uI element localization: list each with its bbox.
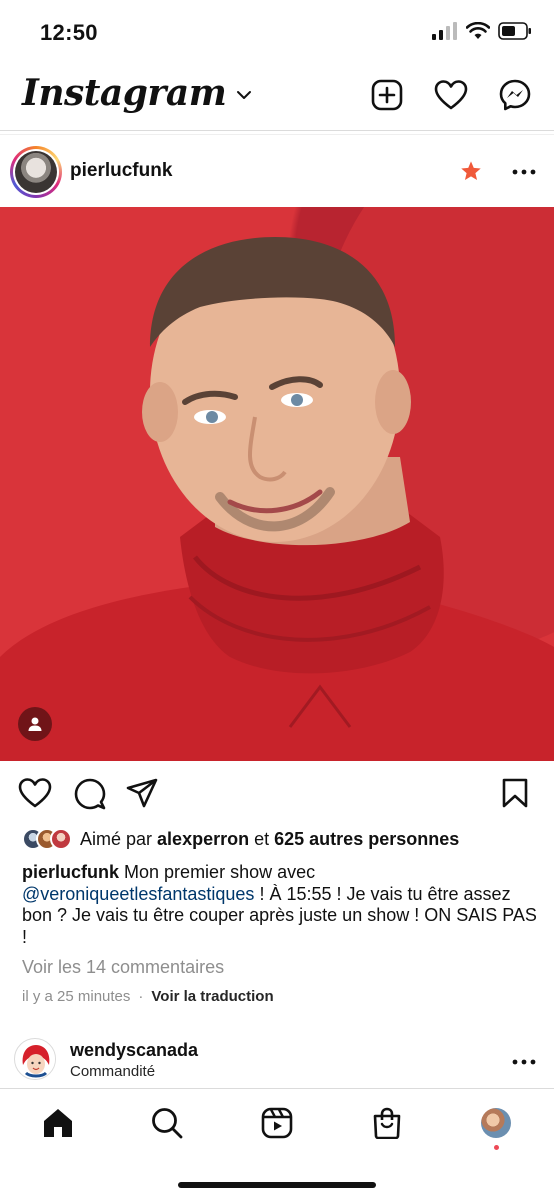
meta-separator: · [138,988,144,1005]
liker-avatars [22,828,72,850]
sponsor-username[interactable]: wendyscanada [70,1040,198,1061]
post-timestamp: il y a 25 minutes [22,988,131,1005]
post-header: pierlucfunk [0,138,554,206]
first-liker-username[interactable]: alexperron [157,829,249,849]
more-options-icon[interactable] [512,160,536,184]
nav-reels[interactable] [259,1105,295,1141]
app-header: Instagram [0,64,554,130]
status-icons [432,22,532,40]
liker-avatar [50,828,72,850]
search-icon [152,1108,183,1139]
battery-icon [498,22,531,40]
caption-mention[interactable]: @veroniqueetlesfantastiques [22,884,254,904]
logo-switcher[interactable]: Instagram [22,72,252,114]
nav-shop[interactable] [369,1105,405,1141]
save-bookmark-icon[interactable] [502,778,528,808]
tagged-people-button[interactable] [18,707,52,741]
new-post-button[interactable] [370,78,404,112]
heart-icon [434,80,468,110]
profile-notification-dot [494,1145,499,1150]
share-icon[interactable] [126,778,158,808]
post-meta: il y a 25 minutes · Voir la traduction [22,988,274,1005]
post-image[interactable] [0,207,554,761]
messenger-icon [499,79,531,111]
header-divider [0,130,554,131]
likes-connector: et [254,828,270,849]
nav-home[interactable] [40,1105,76,1141]
wifi-icon [466,22,490,39]
post-caption: pierlucfunk Mon premier show avec @veron… [22,862,537,948]
activity-button[interactable] [434,78,468,112]
nav-search[interactable] [149,1105,185,1141]
shopping-bag-icon [373,1107,401,1139]
translate-link[interactable]: Voir la traduction [151,988,273,1005]
person-icon [28,717,42,731]
new-post-icon [371,79,403,111]
more-options-icon[interactable] [512,1050,536,1074]
portrait-illustration [0,237,554,761]
reels-icon [261,1107,293,1139]
like-heart-icon[interactable] [18,778,52,808]
sponsor-avatar[interactable] [14,1038,56,1080]
messenger-button[interactable] [498,78,532,112]
status-time: 12:50 [40,20,98,45]
instagram-logo: Instagram [22,72,227,114]
cellular-signal-icon [432,22,457,40]
caption-text-start: Mon premier show avec [124,862,316,882]
next-post-header: wendyscanada Commandité [0,1034,554,1086]
post-action-bar [0,762,554,824]
other-likers-count[interactable]: 625 autres personnes [274,829,459,849]
wendys-logo-icon [16,1040,55,1079]
post-author-avatar[interactable] [10,146,62,198]
home-icon [44,1109,72,1137]
favorite-star-icon[interactable] [460,160,482,182]
avatar-photo [15,151,57,193]
stories-divider [0,134,554,135]
status-bar: 12:50 [0,0,554,64]
home-indicator[interactable] [178,1182,376,1188]
sponsored-label: Commandité [70,1063,156,1080]
likes-text: Aimé par alexperron et 625 autres person… [80,829,459,850]
nav-profile[interactable] [478,1105,514,1141]
profile-avatar [481,1108,511,1138]
chevron-down-icon [237,91,252,99]
post-author-username[interactable]: pierlucfunk [70,160,172,182]
header-actions [370,78,532,112]
likes-summary[interactable]: Aimé par alexperron et 625 autres person… [22,824,459,854]
caption-username[interactable]: pierlucfunk [22,862,119,882]
view-comments-link[interactable]: Voir les 14 commentaires [22,957,224,978]
likes-prefix: Aimé par [80,828,153,849]
comment-icon[interactable] [74,778,106,810]
